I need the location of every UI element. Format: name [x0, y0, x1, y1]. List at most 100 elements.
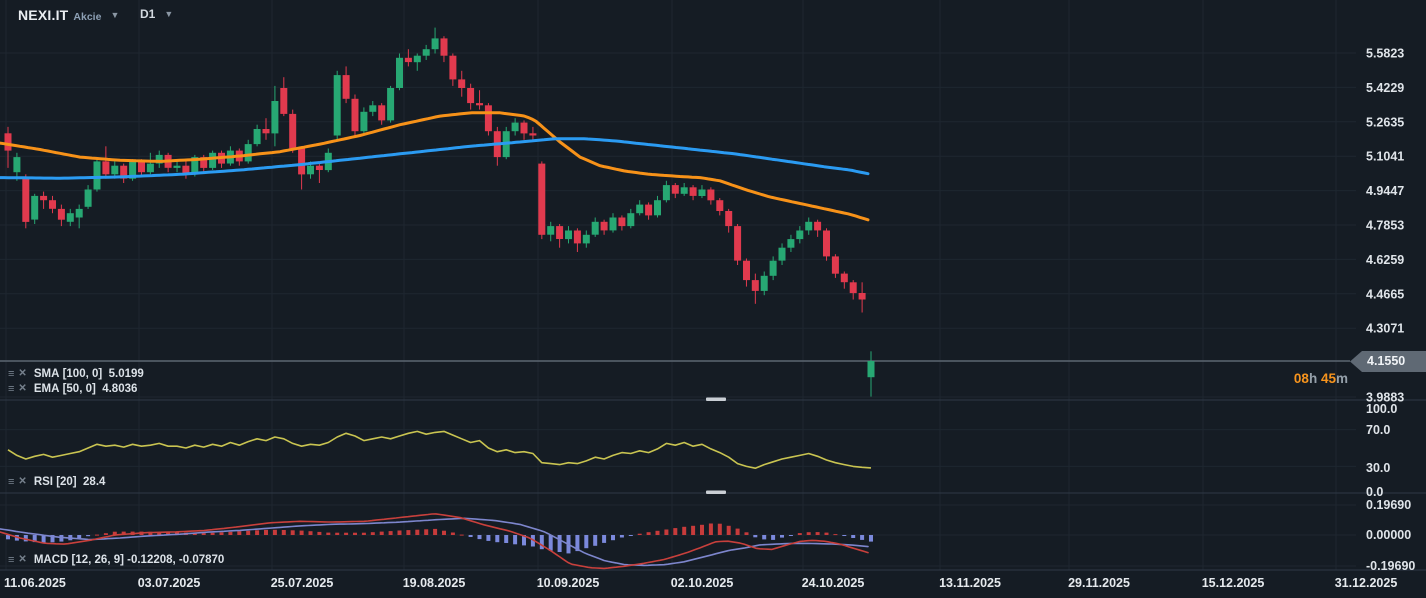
candle-body [867, 361, 875, 378]
histogram-bar [272, 529, 277, 535]
candle-body [93, 161, 101, 190]
chevron-down-icon: ▼ [164, 9, 174, 19]
histogram-bar [433, 528, 438, 535]
session-countdown: 08h 45m [1294, 371, 1348, 386]
rsi-value: 28.4 [83, 476, 106, 488]
candle-body [369, 105, 377, 112]
candle-body [671, 185, 679, 194]
candle-body [422, 49, 430, 56]
candle-body [707, 189, 715, 201]
price-axis[interactable]: 5.5823 5.4229 5.2635 5.1041 4.9447 4.7853 4.62… [1366, 47, 1404, 405]
chart-canvas[interactable]: 5.5823 5.4229 5.2635 5.1041 4.9447 4.7853 4.62… [0, 0, 1426, 598]
histogram-bar [788, 535, 793, 536]
histogram-bar [860, 535, 865, 540]
histogram-bar [397, 530, 402, 535]
candle-body [582, 234, 590, 244]
candle-body [244, 144, 252, 162]
histogram-bar [406, 530, 411, 535]
settings-icon[interactable]: ≡ [8, 368, 14, 380]
histogram-bar [370, 532, 375, 535]
rsi-name: RSI [33, 476, 53, 488]
candle-body [654, 200, 661, 216]
candle-body [253, 129, 261, 145]
date-axis[interactable]: 11.06.2025 03.07.2025 25.07.2025 19.08.2025… [4, 576, 1397, 590]
candle-body [565, 230, 572, 240]
candle-body [13, 157, 21, 173]
settings-icon[interactable]: ≡ [8, 554, 14, 566]
histogram-bar [86, 535, 91, 537]
candle-body [511, 122, 519, 132]
sma-name: SMA [33, 368, 60, 380]
rsi-axis[interactable]: 100.0 70.0 30.0 0.0 [1366, 402, 1397, 499]
histogram-bar [708, 523, 713, 535]
price-tick-label: 4.4665 [1366, 287, 1404, 301]
candle-body [458, 79, 466, 88]
histogram-bar [219, 532, 224, 535]
candle-body [22, 178, 30, 222]
close-icon[interactable]: ✕ [18, 384, 26, 394]
chevron-down-icon: ▼ [110, 10, 120, 20]
histogram-bar [228, 531, 233, 535]
settings-icon[interactable]: ≡ [8, 476, 14, 488]
candle-body [796, 230, 804, 240]
candle-body [31, 195, 39, 220]
settings-icon[interactable]: ≡ [8, 383, 14, 395]
close-icon[interactable]: ✕ [18, 555, 26, 565]
ema-value: 4.8036 [102, 383, 138, 395]
histogram-bar [415, 529, 420, 535]
sma-params: [100, 0] [62, 368, 103, 380]
macd-tick-label: -0.19690 [1366, 559, 1415, 573]
price-tick-label: 5.4229 [1366, 81, 1404, 95]
candle-body [360, 111, 368, 132]
date-tick-label: 29.11.2025 [1068, 576, 1130, 590]
countdown-minutes: 45 [1320, 371, 1336, 386]
candle-body [84, 189, 92, 207]
candle-body [662, 185, 670, 201]
macd-axis[interactable]: 0.19690 0.00000 -0.19690 [1366, 498, 1415, 573]
close-icon[interactable]: ✕ [18, 369, 26, 379]
histogram-bar [299, 530, 304, 535]
candle-body [751, 280, 759, 291]
timeframe-selector[interactable]: D1 ▼ [140, 7, 173, 21]
close-icon[interactable]: ✕ [18, 477, 26, 487]
countdown-hours: 08 [1293, 371, 1309, 386]
candle-body [209, 152, 217, 168]
candle-body [333, 75, 341, 136]
histogram-bar [326, 532, 331, 535]
symbol-selector[interactable]: NEXI.IT Akcie ▼ [18, 7, 119, 23]
histogram-bar [557, 535, 562, 552]
histogram-bar [726, 525, 731, 535]
candle-body [173, 165, 181, 168]
countdown-h-unit: h [1308, 371, 1318, 386]
histogram-bar [450, 532, 455, 535]
panel-resize-handle[interactable] [706, 397, 726, 402]
histogram-bar [646, 532, 651, 535]
candle-body [520, 122, 528, 134]
candle-body [102, 161, 110, 175]
histogram-bar [735, 528, 740, 535]
macd-name: MACD [33, 554, 69, 566]
candle-body [547, 226, 555, 235]
histogram-bar [317, 531, 322, 535]
last-price-value: 4.1550 [1367, 354, 1406, 368]
histogram-bar [468, 535, 473, 537]
histogram-bar [833, 534, 838, 536]
histogram-bar [95, 534, 99, 536]
candle-body [40, 195, 48, 201]
candle-body [4, 133, 12, 151]
candle-body [716, 200, 724, 211]
candle-body [449, 55, 457, 80]
histogram-bar [637, 533, 642, 535]
histogram-bar [477, 535, 482, 540]
histogram-bar [619, 535, 624, 538]
macd-tick-label: 0.00000 [1366, 528, 1411, 542]
histogram-bar [611, 535, 615, 541]
price-tick-label: 4.6259 [1366, 253, 1404, 267]
panel-resize-handle[interactable] [706, 490, 726, 495]
date-tick-label: 13.11.2025 [939, 576, 1001, 590]
candle-body [760, 275, 768, 291]
candle-body [849, 282, 857, 294]
sma-value: 5.0199 [108, 368, 144, 380]
histogram-bar [673, 528, 678, 535]
date-tick-label: 03.07.2025 [138, 576, 201, 590]
